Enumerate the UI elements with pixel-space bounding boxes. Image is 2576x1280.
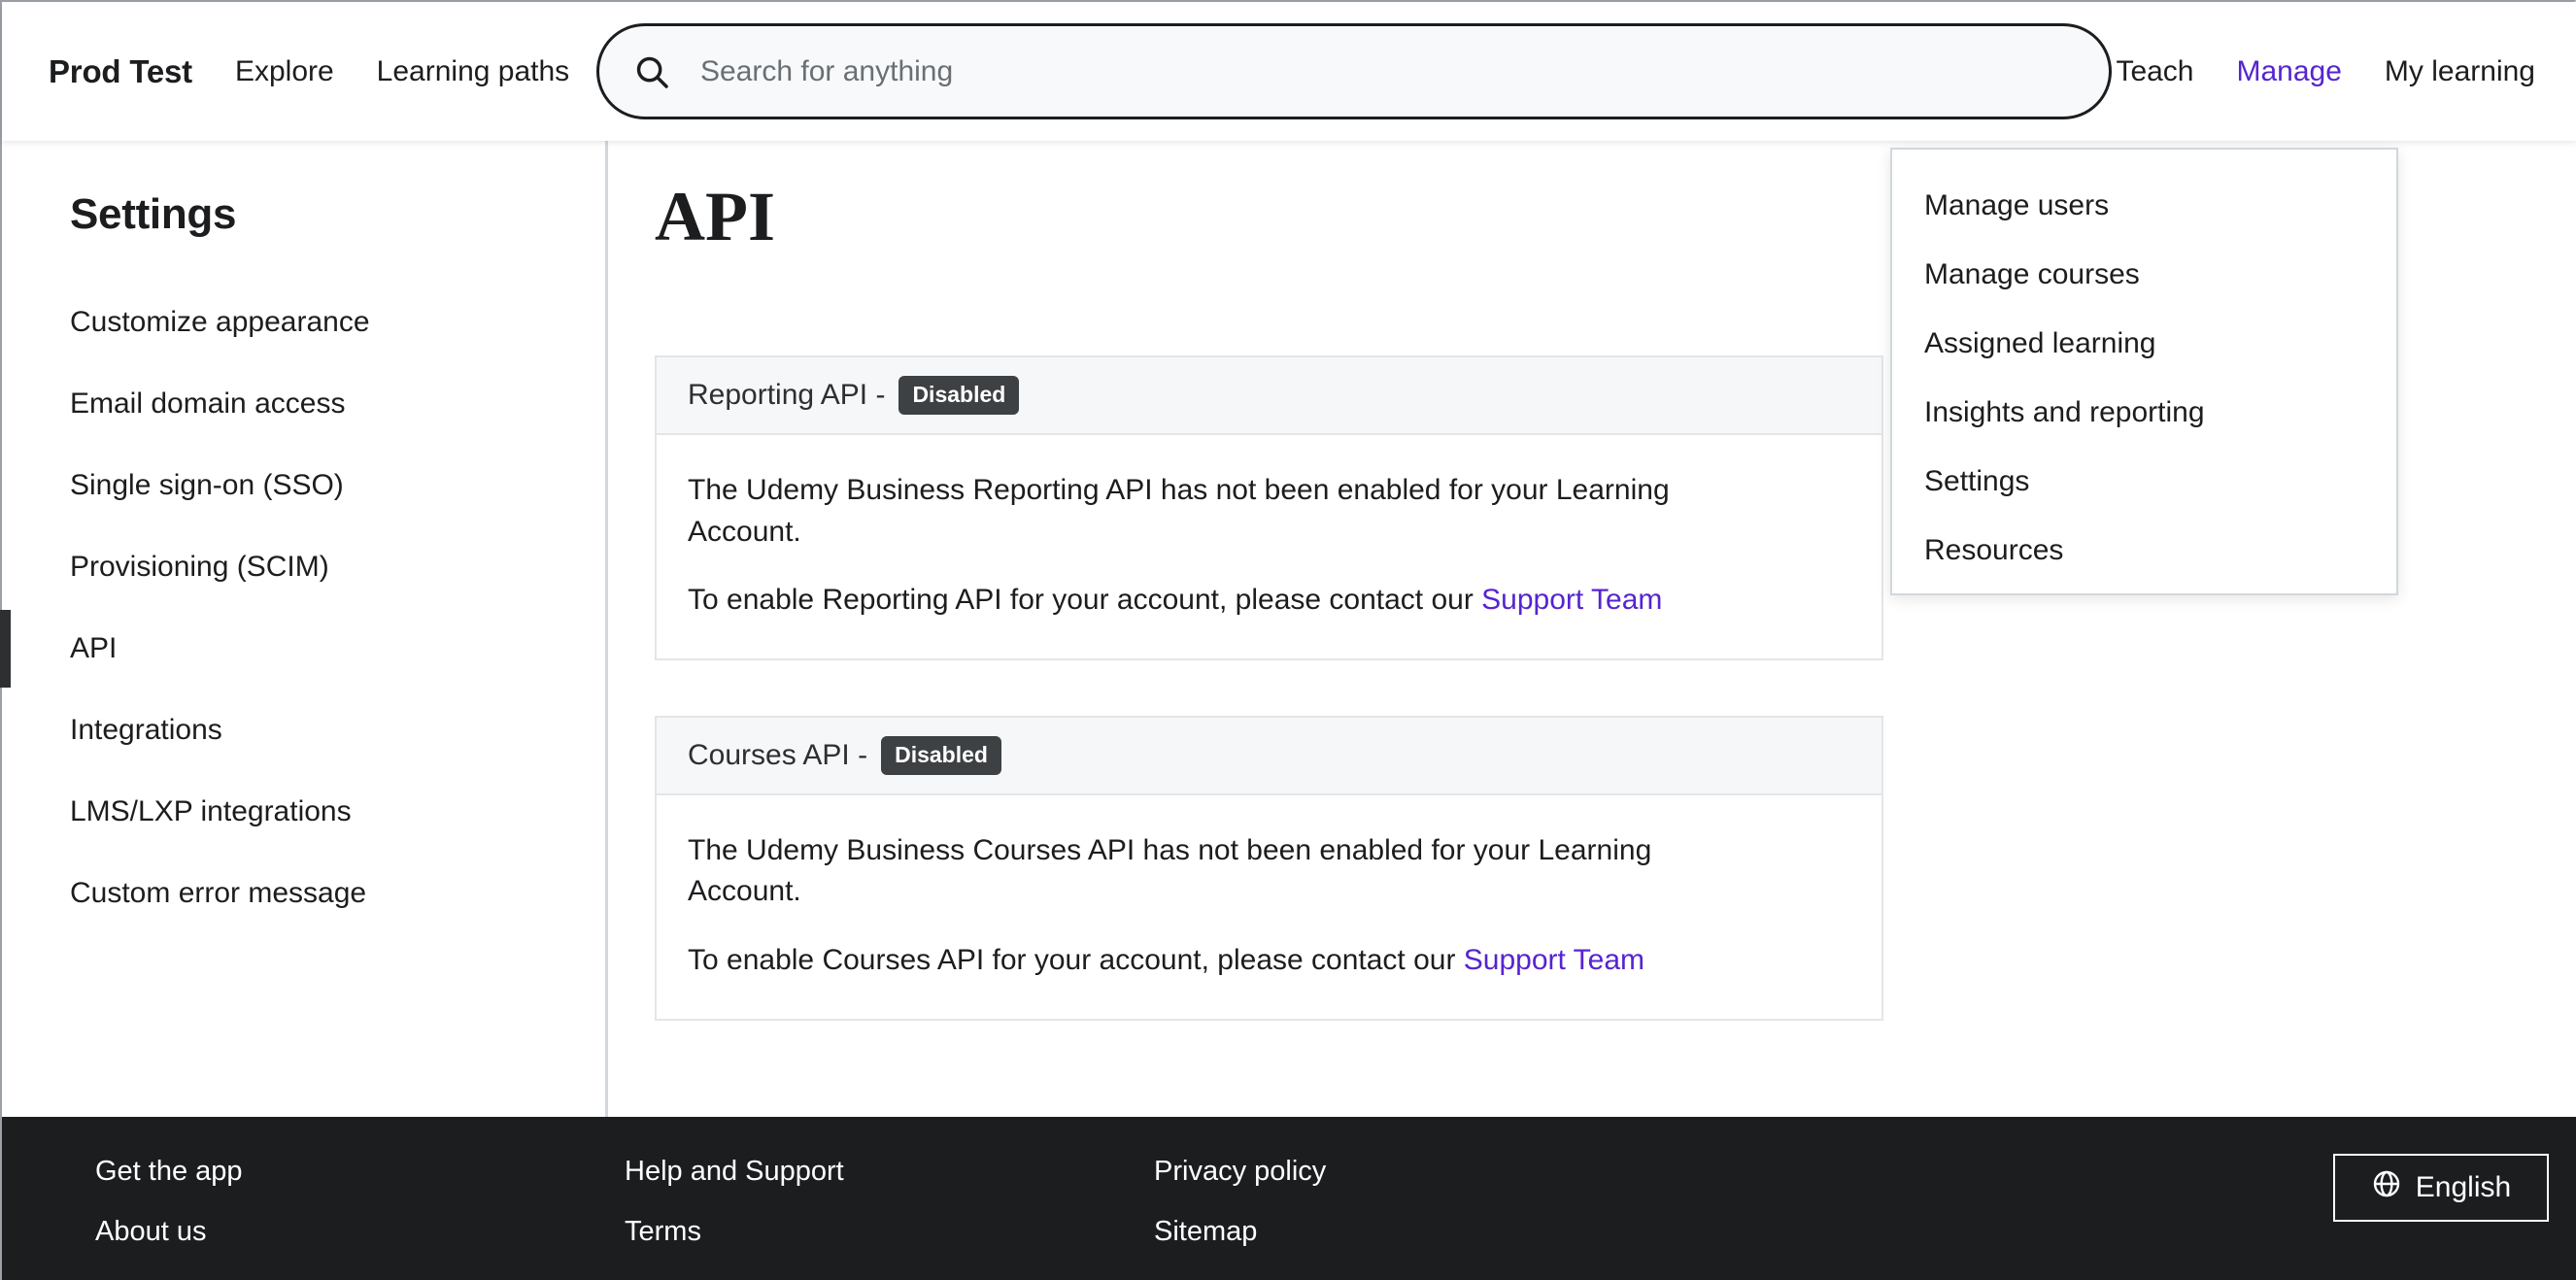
nav-link-learning-paths[interactable]: Learning paths	[377, 55, 570, 88]
app-page: Prod Test Explore Learning paths Teach M…	[0, 0, 2576, 1280]
search-input[interactable]	[700, 54, 2080, 88]
language-selector-button[interactable]: English	[2333, 1154, 2549, 1222]
nav-link-teach[interactable]: Teach	[2116, 55, 2193, 88]
courses-api-title: Courses API -	[688, 738, 868, 771]
sidebar-item-label: Email domain access	[70, 387, 346, 420]
dropdown-item-label: Resources	[1924, 533, 2064, 566]
sidebar-item-label: Custom error message	[70, 877, 367, 909]
footer-link-get-the-app[interactable]: Get the app	[95, 1158, 625, 1186]
reporting-api-card: Reporting API - Disabled The Udemy Busin…	[655, 355, 1883, 660]
courses-api-contact-line: To enable Courses API for your account, …	[688, 940, 1761, 982]
footer-link-about-us[interactable]: About us	[95, 1218, 625, 1246]
brand-logo[interactable]: Prod Test	[49, 53, 192, 90]
search-icon	[632, 52, 671, 91]
sidebar-item-label: Customize appearance	[70, 306, 370, 338]
dropdown-item-label: Insights and reporting	[1924, 395, 2205, 428]
footer-link-sitemap[interactable]: Sitemap	[1154, 1218, 1683, 1246]
dropdown-item-resources[interactable]: Resources	[1892, 516, 2396, 585]
search-bar[interactable]	[596, 23, 2112, 119]
globe-icon	[2371, 1168, 2402, 1207]
reporting-api-description: The Udemy Business Reporting API has not…	[688, 474, 1670, 548]
sidebar-item-lms-lxp-integrations[interactable]: LMS/LXP integrations	[2, 771, 605, 853]
nav-link-my-learning[interactable]: My learning	[2385, 55, 2535, 88]
courses-api-card-body: The Udemy Business Courses API has not b…	[657, 795, 1881, 1019]
status-badge: Disabled	[881, 735, 1001, 775]
sidebar-item-label: Provisioning (SCIM)	[70, 551, 329, 583]
dropdown-item-assigned-learning[interactable]: Assigned learning	[1892, 309, 2396, 378]
footer-column: Get the app About us	[95, 1158, 625, 1246]
sidebar-item-api[interactable]: API	[0, 608, 605, 690]
sidebar-item-custom-error-message[interactable]: Custom error message	[2, 853, 605, 934]
footer-column: Help and Support Terms	[625, 1158, 1154, 1246]
status-badge: Disabled	[898, 376, 1020, 415]
footer-link-columns: Get the app About us Help and Support Te…	[2, 1158, 1683, 1246]
courses-api-card: Courses API - Disabled The Udemy Busines…	[655, 715, 1883, 1021]
nav-link-manage[interactable]: Manage	[2237, 55, 2342, 88]
sidebar-item-label: Integrations	[70, 714, 222, 746]
dropdown-item-label: Assigned learning	[1924, 326, 2156, 359]
courses-api-description: The Udemy Business Courses API has not b…	[688, 833, 1652, 908]
reporting-api-card-header: Reporting API - Disabled	[657, 357, 1881, 435]
sidebar-item-customize-appearance[interactable]: Customize appearance	[2, 282, 605, 363]
sidebar-list: Customize appearance Email domain access…	[0, 282, 605, 934]
courses-api-contact-text: To enable Courses API for your account, …	[688, 943, 1464, 976]
dropdown-item-label: Manage users	[1924, 188, 2110, 221]
sidebar-item-single-sign-on[interactable]: Single sign-on (SSO)	[2, 445, 605, 526]
sidebar-item-provisioning-scim[interactable]: Provisioning (SCIM)	[2, 526, 605, 608]
sidebar-item-email-domain-access[interactable]: Email domain access	[2, 363, 605, 445]
support-team-link[interactable]: Support Team	[1464, 944, 1644, 976]
site-footer: Get the app About us Help and Support Te…	[2, 1117, 2576, 1280]
reporting-api-contact-text: To enable Reporting API for your account…	[688, 584, 1482, 617]
header-right-nav: Teach Manage My learning	[2073, 2, 2576, 141]
site-header: Prod Test Explore Learning paths Teach M…	[2, 2, 2576, 141]
dropdown-item-settings[interactable]: Settings	[1892, 447, 2396, 516]
footer-link-help-and-support[interactable]: Help and Support	[625, 1158, 1154, 1186]
nav-link-explore[interactable]: Explore	[235, 55, 334, 88]
reporting-api-title: Reporting API -	[688, 379, 886, 411]
dropdown-item-manage-users[interactable]: Manage users	[1892, 171, 2396, 240]
sidebar-item-label: API	[70, 632, 118, 664]
dropdown-item-label: Settings	[1924, 464, 2030, 497]
dropdown-item-label: Manage courses	[1924, 257, 2140, 290]
reporting-api-contact-line: To enable Reporting API for your account…	[688, 580, 1761, 622]
footer-link-terms[interactable]: Terms	[625, 1218, 1154, 1246]
dropdown-item-insights-and-reporting[interactable]: Insights and reporting	[1892, 378, 2396, 447]
footer-link-privacy-policy[interactable]: Privacy policy	[1154, 1158, 1683, 1186]
sidebar-item-label: Single sign-on (SSO)	[70, 469, 344, 501]
sidebar-item-label: LMS/LXP integrations	[70, 795, 352, 827]
language-selector-label: English	[2415, 1171, 2512, 1203]
support-team-link[interactable]: Support Team	[1481, 584, 1662, 616]
footer-column: Privacy policy Sitemap	[1154, 1158, 1683, 1246]
settings-sidebar: Settings Customize appearance Email doma…	[0, 141, 608, 1117]
sidebar-title: Settings	[70, 190, 237, 238]
manage-dropdown-menu: Manage users Manage courses Assigned lea…	[1890, 148, 2398, 595]
courses-api-card-header: Courses API - Disabled	[657, 717, 1881, 795]
dropdown-item-manage-courses[interactable]: Manage courses	[1892, 240, 2396, 309]
sidebar-item-integrations[interactable]: Integrations	[2, 690, 605, 771]
reporting-api-card-body: The Udemy Business Reporting API has not…	[657, 435, 1881, 658]
